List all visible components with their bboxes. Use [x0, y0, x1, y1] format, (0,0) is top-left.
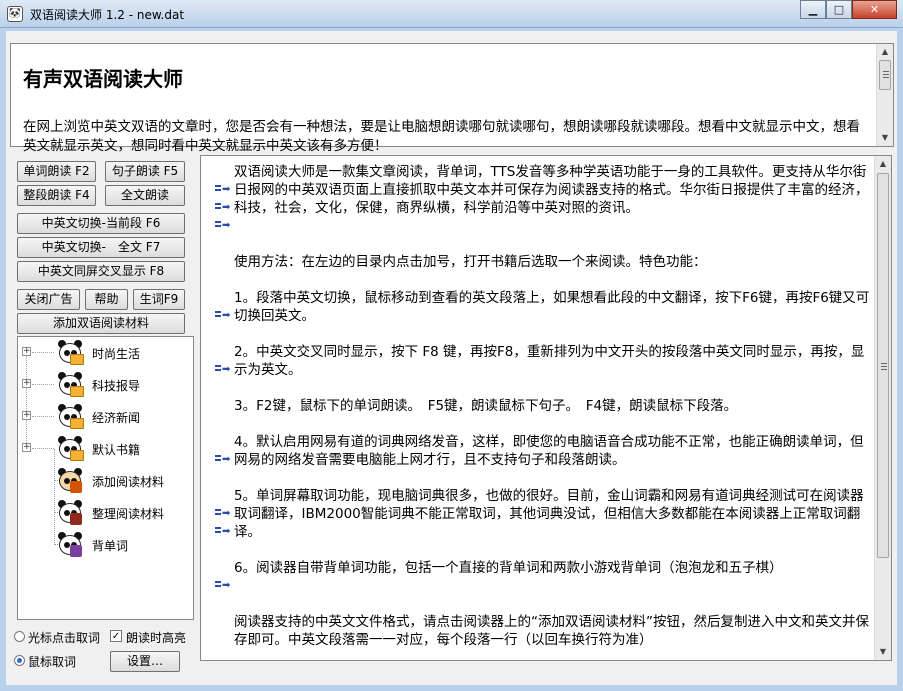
panda-folder-icon: [56, 339, 84, 366]
header-pane: 有声双语阅读大师 在网上浏览中英文双语的文章时，您是否会有一种想法，要是让电脑想…: [10, 43, 894, 154]
tree-item-add-material[interactable]: 添加阅读材料: [18, 465, 193, 497]
paragraph-text: 使用方法：在左边的目录内点击加号，打开书籍后选取一个来阅读。特色功能：: [234, 254, 707, 270]
paragraph[interactable]: 3。F2键，鼠标下的单词朗读。 F5键，朗读鼠标下句子。 F4键，朗读鼠标下段落…: [201, 397, 871, 415]
paragraph-read-button[interactable]: 整段朗读 F4: [17, 185, 96, 206]
expand-icon[interactable]: +: [22, 411, 31, 420]
tree-item-label: 添加阅读材料: [92, 475, 165, 489]
tree-item-organize-material[interactable]: 整理阅读材料: [18, 497, 193, 529]
scroll-down-icon[interactable]: ▼: [875, 644, 891, 660]
reading-pane[interactable]: ➡ ➡ ➡ 双语阅读大师是一款集文章阅读，背单词，TTS发音等多种学英语功能于一…: [200, 155, 892, 661]
scroll-thumb[interactable]: [877, 173, 889, 558]
book-tree: + 时尚生活 + 科技报导 + 经济新闻 + 默认书籍 添加阅读材料 整理阅读材…: [17, 336, 194, 620]
vocab-button[interactable]: 生词F9: [133, 289, 185, 310]
scroll-up-icon[interactable]: ▲: [875, 156, 891, 172]
tree-item-default-books[interactable]: + 默认书籍: [18, 433, 193, 465]
panda-vocab-icon: [56, 531, 84, 558]
read-aloud-icon[interactable]: ➡: [215, 184, 231, 195]
cursor-click-label: 光标点击取词: [28, 631, 101, 645]
paragraph-text: 6。阅读器自带背单词功能，包括一个直接的背单词和两款小游戏背单词（泡泡龙和五子棋…: [234, 560, 783, 576]
panda-folder-icon: [56, 435, 84, 462]
read-aloud-icon[interactable]: ➡: [215, 580, 231, 591]
tree-item-label: 时尚生活: [92, 347, 141, 361]
read-aloud-icon[interactable]: ➡: [215, 454, 231, 465]
tree-item-vocab[interactable]: 背单词: [18, 529, 193, 561]
read-aloud-icon[interactable]: ➡: [215, 220, 231, 231]
paragraph[interactable]: 使用方法：在左边的目录内点击加号，打开书籍后选取一个来阅读。特色功能：: [201, 253, 871, 271]
expand-icon[interactable]: +: [22, 379, 31, 388]
paragraph-text: 1。段落中英文切换，鼠标移动到查看的英文段落上，如果想看此段的中文翻译，按下F6…: [234, 290, 870, 324]
paragraph-text: 5。单词屏幕取词功能，现电脑词典很多，也做的很好。目前，金山词霸和网易有道词典经…: [234, 488, 864, 540]
window-controls: ▁ □ ✕: [800, 0, 897, 20]
reading-scrollbar[interactable]: ▲ ▼: [874, 156, 891, 660]
paragraph[interactable]: ➡ ➡ 5。单词屏幕取词功能，现电脑词典很多，也做的很好。目前，金山词霸和网易有…: [201, 487, 871, 541]
tree-item-fashion-life[interactable]: + 时尚生活: [18, 337, 193, 369]
read-aloud-icon[interactable]: ➡: [215, 526, 231, 537]
tree-item-tech-report[interactable]: + 科技报导: [18, 369, 193, 401]
mouse-pick-label: 鼠标取词: [28, 655, 77, 669]
minimize-button[interactable]: ▁: [800, 0, 826, 19]
cursor-click-radio[interactable]: [14, 631, 25, 642]
scroll-thumb[interactable]: [879, 60, 891, 90]
header-scrollbar[interactable]: ▲ ▼: [876, 44, 893, 146]
paragraph[interactable]: ➡ 6。阅读器自带背单词功能，包括一个直接的背单词和两款小游戏背单词（泡泡龙和五…: [201, 559, 871, 595]
sentence-read-button[interactable]: 句子朗读 F5: [105, 161, 185, 182]
panda-app-icon[interactable]: 🐼: [7, 6, 23, 22]
highlight-checkbox[interactable]: ✓: [110, 630, 122, 642]
switch-full-button[interactable]: 中英文切换- 全文 F7: [17, 237, 185, 258]
mouse-pick-radio[interactable]: [14, 655, 25, 666]
maximize-button[interactable]: □: [826, 0, 852, 19]
tree-item-label: 科技报导: [92, 379, 141, 393]
paragraph-text: 4。默认启用网易有道的词典网络发音，这样，即使您的电脑语音合成功能不正常，也能正…: [234, 434, 864, 468]
read-aloud-icon[interactable]: ➡: [215, 310, 231, 321]
page-title: 有声双语阅读大师: [23, 67, 183, 91]
paragraph-text: 双语阅读大师是一款集文章阅读，背单词，TTS发音等多种学英语功能于一身的工具软件…: [234, 164, 869, 216]
read-aloud-icon[interactable]: ➡: [215, 364, 231, 375]
add-material-button[interactable]: 添加双语阅读材料: [17, 313, 185, 334]
panda-folder-icon: [56, 371, 84, 398]
paragraph-text: 2。中英文交叉同时显示，按下 F8 键，再按F8，重新排列为中文开头的按段落中英…: [234, 344, 865, 378]
read-aloud-icon[interactable]: ➡: [215, 508, 231, 519]
tree-item-label: 背单词: [92, 539, 129, 553]
panda-folder-icon: [56, 403, 84, 430]
paragraph-text: 3。F2键，鼠标下的单词朗读。 F5键，朗读鼠标下句子。 F4键，朗读鼠标下段落…: [234, 398, 738, 414]
tree-item-label: 整理阅读材料: [92, 507, 165, 521]
paragraph[interactable]: ➡ ➡ ➡ 双语阅读大师是一款集文章阅读，背单词，TTS发音等多种学英语功能于一…: [201, 163, 871, 235]
paragraph[interactable]: ➡ 4。默认启用网易有道的词典网络发音，这样，即使您的电脑语音合成功能不正常，也…: [201, 433, 871, 469]
window-title: 双语阅读大师 1.2 - new.dat: [30, 8, 185, 22]
read-aloud-icon[interactable]: ➡: [215, 202, 231, 213]
word-read-button[interactable]: 单词朗读 F2: [17, 161, 96, 182]
header-description: 在网上浏览中英文双语的文章时，您是否会有一种想法，要是让电脑想朗读哪句就读哪句，…: [23, 119, 860, 154]
title-bar: 🐼 双语阅读大师 1.2 - new.dat ▁ □ ✕: [0, 0, 903, 28]
highlight-label: 朗读时高亮: [126, 631, 187, 645]
paragraph-text: 阅读器支持的中英文文件格式，请点击阅读器上的“添加双语阅读材料”按钮，然后复制进…: [234, 614, 869, 648]
paragraph[interactable]: 阅读器支持的中英文文件格式，请点击阅读器上的“添加双语阅读材料”按钮，然后复制进…: [201, 613, 871, 649]
paragraph[interactable]: ➡ 1。段落中英文切换，鼠标移动到查看的英文段落上，如果想看此段的中文翻译，按下…: [201, 289, 871, 325]
scroll-up-icon[interactable]: ▲: [877, 44, 893, 60]
tree-item-economy-news[interactable]: + 经济新闻: [18, 401, 193, 433]
help-button[interactable]: 帮助: [85, 289, 128, 310]
switch-paragraph-button[interactable]: 中英文切换-当前段 F6: [17, 213, 185, 234]
settings-button[interactable]: 设置…: [110, 651, 180, 672]
close-button[interactable]: ✕: [852, 0, 897, 19]
expand-icon[interactable]: +: [22, 347, 31, 356]
paragraph[interactable]: ➡ 2。中英文交叉同时显示，按下 F8 键，再按F8，重新排列为中文开头的按段落…: [201, 343, 871, 379]
panda-add-icon: [56, 467, 84, 494]
full-read-button[interactable]: 全文朗读: [105, 185, 185, 206]
expand-icon[interactable]: +: [22, 443, 31, 452]
panda-organize-icon: [56, 499, 84, 526]
tree-item-label: 默认书籍: [92, 443, 141, 457]
client-area: 有声双语阅读大师 在网上浏览中英文双语的文章时，您是否会有一种想法，要是让电脑想…: [6, 31, 897, 685]
close-ad-button[interactable]: 关闭广告: [17, 289, 80, 310]
interleave-display-button[interactable]: 中英文同屏交叉显示 F8: [17, 261, 185, 282]
scroll-down-icon[interactable]: ▼: [877, 130, 893, 146]
tree-item-label: 经济新闻: [92, 411, 141, 425]
